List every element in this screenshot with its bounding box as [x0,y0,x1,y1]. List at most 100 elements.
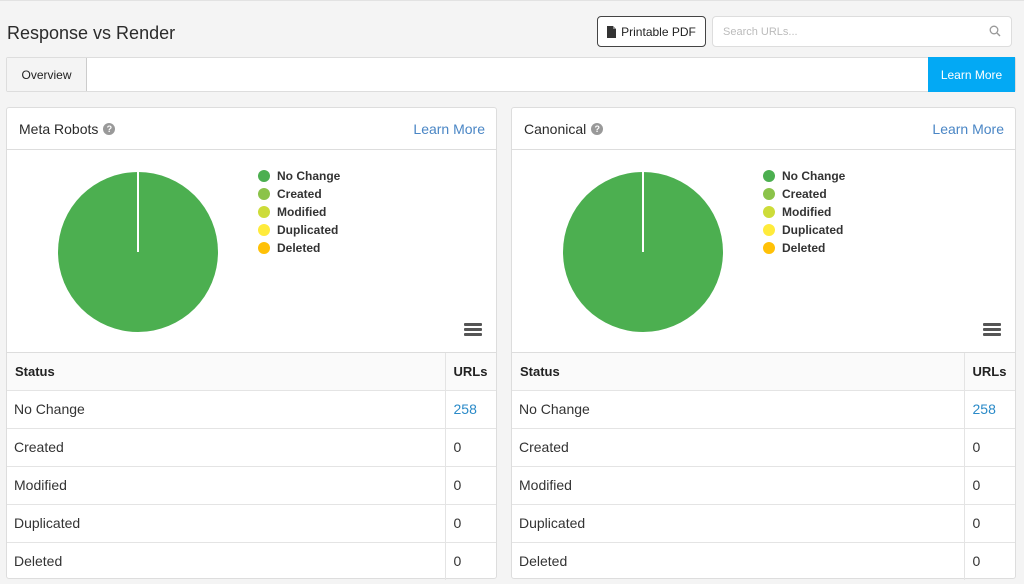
panel-header: Canonical ? Learn More [512,108,1015,150]
legend-item[interactable]: Created [258,185,340,203]
learn-more-link[interactable]: Learn More [413,121,485,137]
legend-dot-icon [258,188,270,200]
legend-dot-icon [763,170,775,182]
status-cell: Duplicated [7,504,445,543]
help-icon[interactable]: ? [103,122,116,135]
urls-cell: 0 [444,504,496,543]
urls-cell: 258 [963,390,1015,429]
panel-title-text: Canonical [524,120,587,137]
learn-more-button[interactable]: Learn More [928,57,1015,92]
urls-cell: 0 [444,466,496,505]
pie-chart [563,171,723,332]
table-row: Deleted 0 [7,542,496,580]
legend-label: Modified [782,205,832,219]
urls-cell: 0 [444,542,496,580]
page-title: Response vs Render [7,23,176,43]
table-row: Modified 0 [512,466,1015,505]
chart-legend: No Change Created Modified Duplicated Delete… [258,167,340,257]
search-icon[interactable] [989,25,1001,37]
tab-bar: Overview Learn More [6,57,1016,92]
status-cell: No Change [512,390,964,429]
panel-header: Meta Robots ? Learn More [7,108,496,150]
table-header-row: Status URLs [512,353,1015,391]
legend-dot-icon [258,206,270,218]
tab-overview[interactable]: Overview [7,58,87,91]
table-row: Created 0 [512,428,1015,467]
legend-item[interactable]: Duplicated [258,221,340,239]
table-row: No Change 258 [7,390,496,429]
status-table: Status URLs No Change 258 Created 0 Modified… [7,353,496,580]
urls-count-link[interactable]: 258 [454,401,477,417]
legend-label: Created [782,187,827,201]
legend-label: Deleted [277,241,321,255]
chart-menu-icon[interactable] [983,323,1001,336]
status-cell: Modified [512,466,964,505]
chart-area: No Change Created Modified Duplicated Delete… [7,150,496,353]
help-icon[interactable]: ? [591,122,604,135]
legend-item[interactable]: Deleted [763,239,845,257]
legend-label: Duplicated [782,223,844,237]
legend-label: No Change [782,169,846,183]
urls-header: URLs [963,353,1015,391]
chart-menu-icon[interactable] [464,323,482,336]
legend-item[interactable]: No Change [763,167,845,185]
table-row: Deleted 0 [512,542,1015,580]
legend-item[interactable]: Deleted [258,239,340,257]
status-cell: Created [512,428,964,467]
table-row: Duplicated 0 [512,504,1015,543]
status-cell: Deleted [14,553,63,570]
canonical-panel: Canonical ? Learn More No Change Created M… [511,107,1016,580]
meta-robots-panel: Meta Robots ? Learn More No Change Create… [6,107,497,580]
legend-item[interactable]: Modified [763,203,845,221]
urls-cell: 0 [444,428,496,467]
status-cell: Modified [7,466,445,505]
legend-dot-icon [763,206,775,218]
legend-dot-icon [258,224,270,236]
urls-cell: 258 [444,390,496,429]
status-cell: Deleted [519,553,568,570]
status-header: Status [512,353,964,391]
search-box [712,16,1012,47]
legend-dot-icon [763,242,775,254]
legend-dot-icon [763,224,775,236]
urls-header: URLs [444,353,496,391]
legend-label: No Change [277,169,341,183]
table-row: Created 0 [7,428,496,467]
table-header-row: Status URLs [7,353,496,391]
panel-title: Canonical ? [524,120,604,137]
legend-item[interactable]: Modified [258,203,340,221]
urls-cell: 0 [963,504,1015,543]
table-row: No Change 258 [512,390,1015,429]
table-row: Duplicated 0 [7,504,496,543]
legend-label: Duplicated [277,223,339,237]
urls-cell: 0 [963,466,1015,505]
pie-chart [58,171,218,332]
panel-title-text: Meta Robots [19,120,99,137]
status-cell: Created [7,428,445,467]
urls-cell: 0 [963,428,1015,467]
legend-item[interactable]: Duplicated [763,221,845,239]
panel-title: Meta Robots ? [19,120,116,137]
status-cell: Duplicated [512,504,964,543]
status-table: Status URLs No Change 258 Created 0 Modified… [512,353,1015,580]
legend-label: Modified [277,205,327,219]
printable-pdf-label: Printable PDF [621,24,696,39]
urls-count-link[interactable]: 258 [973,401,996,417]
legend-dot-icon [763,188,775,200]
legend-label: Deleted [782,241,826,255]
search-input[interactable] [713,17,973,46]
legend-dot-icon [258,170,270,182]
urls-cell: 0 [963,542,1015,580]
legend-item[interactable]: Created [763,185,845,203]
learn-more-link[interactable]: Learn More [932,121,1004,137]
printable-pdf-button[interactable]: Printable PDF [597,16,706,47]
table-row: Modified 0 [7,466,496,505]
legend-label: Created [277,187,322,201]
file-icon [607,25,617,38]
legend-item[interactable]: No Change [258,167,340,185]
chart-legend: No Change Created Modified Duplicated Delete… [763,167,845,257]
status-header: Status [7,353,445,391]
chart-area: No Change Created Modified Duplicated Delete… [512,150,1015,353]
legend-dot-icon [258,242,270,254]
status-cell: No Change [7,390,445,429]
